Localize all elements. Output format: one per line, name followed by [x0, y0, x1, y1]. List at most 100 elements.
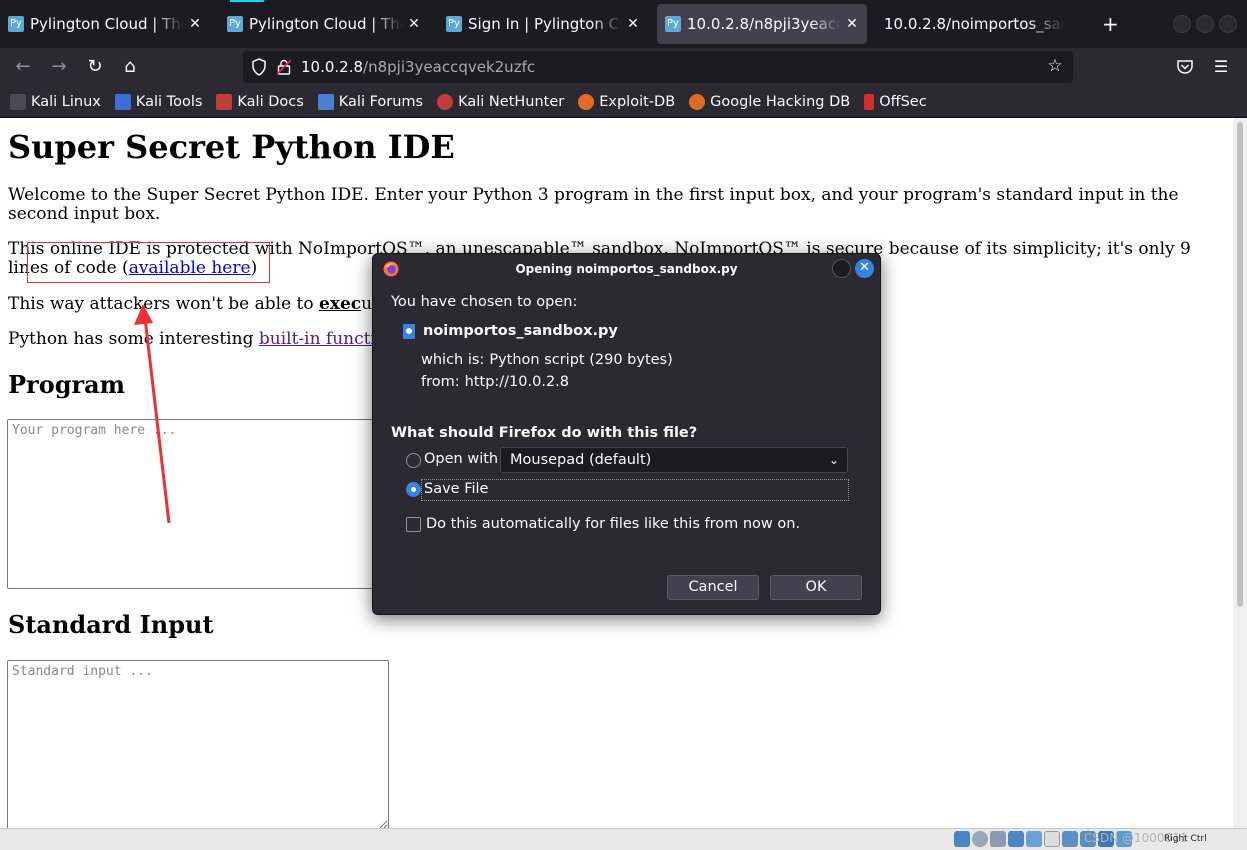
bookmark-label: Kali Linux: [31, 93, 101, 110]
home-button[interactable]: ⌂: [117, 54, 143, 80]
tab-title: 10.0.2.8/noimportos_sandbox.py: [884, 15, 1064, 33]
new-tab-button[interactable]: +: [1102, 13, 1119, 35]
ghdb-icon: [689, 93, 706, 110]
bookmark-exploit-db[interactable]: Exploit-DB: [578, 93, 676, 110]
close-tab-icon[interactable]: ✕: [626, 16, 640, 32]
dialog-filename-row: noimportos_sandbox.py: [403, 323, 618, 339]
shield-icon[interactable]: [251, 58, 267, 76]
python-file-icon: [403, 323, 415, 339]
tab-title: Sign In | Pylington Cloud: [468, 15, 622, 33]
tab-title: Pylington Cloud | The best: [249, 15, 403, 33]
bookmark-kali-forums[interactable]: Kali Forums: [317, 93, 424, 110]
bookmark-kali-nethunter[interactable]: Kali NetHunter: [437, 93, 565, 110]
dialog-close-button[interactable]: ✕: [855, 259, 874, 278]
open-with-radio[interactable]: [406, 453, 421, 468]
network-icon[interactable]: [1008, 831, 1024, 847]
app-menu-button[interactable]: ☰: [1208, 54, 1234, 80]
stdin-input[interactable]: [7, 660, 389, 828]
auto-action-checkbox[interactable]: [406, 517, 421, 532]
bookmark-label: Kali NetHunter: [458, 93, 565, 110]
bookmark-label: Exploit-DB: [599, 93, 676, 110]
close-tab-icon[interactable]: ✕: [188, 16, 202, 32]
close-tab-icon[interactable]: ✕: [845, 16, 859, 32]
open-with-select[interactable]: Mousepad (default) ⌄: [500, 447, 848, 473]
vm-status-bar: CSDN @1000011 Right Ctrl: [0, 828, 1247, 850]
tab-2[interactable]: Py Pylington Cloud | The best ✕: [219, 4, 429, 44]
download-dialog: Opening noimportos_sandbox.py ✕ You have…: [372, 253, 881, 615]
save-file-radio[interactable]: [406, 482, 421, 497]
dialog-title: Opening noimportos_sandbox.py: [515, 262, 738, 276]
ok-button[interactable]: OK: [770, 575, 862, 600]
bookmark-kali-tools[interactable]: Kali Tools: [114, 93, 203, 110]
back-button[interactable]: ←: [10, 54, 36, 80]
kali-tools-icon: [114, 93, 131, 110]
tab-1[interactable]: Py Pylington Cloud | The best ✕: [0, 4, 210, 44]
from-value: http://10.0.2.8: [464, 374, 570, 390]
offsec-icon: [864, 93, 875, 110]
close-tab-icon[interactable]: ✕: [407, 16, 421, 32]
display-icon[interactable]: [1062, 831, 1078, 847]
tab-3[interactable]: Py Sign In | Pylington Cloud ✕: [438, 4, 648, 44]
bookmark-offsec[interactable]: OffSec: [864, 93, 927, 110]
bookmarks-toolbar: Kali Linux Kali Tools Kali Docs Kali For…: [0, 86, 1247, 118]
kali-forums-icon: [317, 93, 334, 110]
stdin-heading: Standard Input: [8, 610, 214, 639]
dialog-minimize-button[interactable]: [832, 259, 851, 278]
vertical-scrollbar[interactable]: [1233, 118, 1247, 828]
bookmark-label: OffSec: [879, 93, 927, 110]
insecure-lock-icon[interactable]: [277, 59, 291, 75]
usb-icon[interactable]: [1026, 831, 1042, 847]
navigation-toolbar: ← → ↻ ⌂ 10.0.2.8/n8pji3yeaccqvek2uzfc ☆ …: [0, 48, 1247, 86]
hard-disk-icon[interactable]: [954, 831, 970, 847]
python-favicon-icon: Py: [446, 16, 462, 32]
chevron-down-icon: ⌄: [828, 453, 839, 467]
dialog-filename: noimportos_sandbox.py: [423, 323, 618, 339]
python-favicon-icon: Py: [227, 16, 243, 32]
exploit-db-icon: [578, 93, 595, 110]
bookmark-label: Google Hacking DB: [710, 93, 851, 110]
tab-title: 10.0.2.8/n8pji3yeaccqvek2uzfc: [687, 15, 841, 33]
kali-docs-icon: [216, 93, 233, 110]
window-close-button[interactable]: [1219, 15, 1237, 33]
which-value: Python script (290 bytes): [489, 352, 673, 368]
scrollbar-thumb[interactable]: [1237, 122, 1243, 607]
tab-title: Pylington Cloud | The best: [30, 15, 184, 33]
window-minimize-button[interactable]: [1173, 15, 1191, 33]
nethunter-icon: [437, 93, 454, 110]
bookmark-kali-docs[interactable]: Kali Docs: [216, 93, 304, 110]
save-file-label[interactable]: Save File: [424, 481, 488, 497]
bookmark-label: Kali Forums: [338, 93, 424, 110]
open-with-label[interactable]: Open with: [424, 451, 498, 467]
file-type-row: which is: Python script (290 bytes): [421, 352, 673, 368]
forward-button[interactable]: →: [46, 54, 72, 80]
window-maximize-button[interactable]: [1196, 15, 1214, 33]
bookmark-kali-linux[interactable]: Kali Linux: [10, 93, 101, 110]
pocket-icon[interactable]: [1176, 58, 1194, 76]
url-bar[interactable]: 10.0.2.8/n8pji3yeaccqvek2uzfc ☆: [243, 51, 1073, 83]
bookmark-label: Kali Docs: [237, 93, 304, 110]
dialog-question: What should Firefox do with this file?: [391, 425, 698, 441]
host-key-label: Right Ctrl: [1164, 834, 1207, 844]
audio-icon[interactable]: [990, 831, 1006, 847]
reload-button[interactable]: ↻: [82, 54, 108, 80]
from-label: from:: [421, 374, 460, 390]
tab-5[interactable]: 10.0.2.8/noimportos_sandbox.py: [876, 4, 1072, 44]
auto-action-label[interactable]: Do this automatically for files like thi…: [426, 516, 800, 532]
tab-4-active[interactable]: Py 10.0.2.8/n8pji3yeaccqvek2uzfc ✕: [657, 4, 867, 44]
url-path: /n8pji3yeaccqvek2uzfc: [363, 58, 536, 76]
bookmark-label: Kali Tools: [135, 93, 203, 110]
cancel-button[interactable]: Cancel: [667, 575, 759, 600]
python-favicon-icon: Py: [8, 16, 24, 32]
active-tab-indicator: [230, 0, 264, 2]
kali-dragon-icon: [10, 93, 26, 110]
optical-drive-icon[interactable]: [972, 831, 988, 847]
which-label: which is:: [421, 352, 485, 368]
bookmark-google-hacking-db[interactable]: Google Hacking DB: [689, 93, 851, 110]
file-source-row: from: http://10.0.2.8: [421, 374, 569, 390]
shared-folder-icon[interactable]: [1044, 831, 1060, 847]
bookmark-star-icon[interactable]: ☆: [1045, 56, 1065, 76]
python-favicon-icon: Py: [665, 16, 681, 32]
annotation-arrow: [134, 304, 171, 524]
open-with-selected-value: Mousepad (default): [510, 452, 652, 468]
tab-strip: Py Pylington Cloud | The best ✕ Py Pylin…: [0, 0, 1247, 48]
